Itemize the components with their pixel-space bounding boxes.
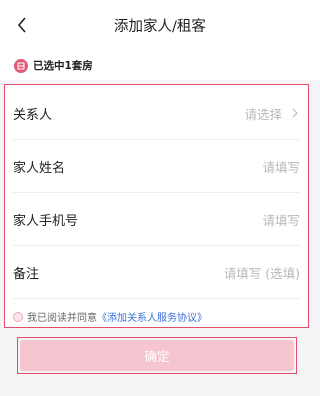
selected-house-bar: 已选中1套房	[0, 52, 320, 80]
relation-select-row[interactable]: 关系人 请选择	[13, 87, 300, 140]
relation-label: 关系人	[13, 107, 53, 123]
confirm-area: 确定	[17, 337, 297, 374]
confirm-button[interactable]: 确定	[20, 340, 294, 371]
phone-label: 家人手机号	[13, 213, 79, 229]
chevron-right-icon	[290, 106, 300, 120]
agreement-link[interactable]: 《添加关系人服务协议》	[97, 309, 207, 324]
house-icon	[14, 59, 28, 73]
name-input[interactable]: 请填写	[262, 157, 300, 176]
name-label: 家人姓名	[13, 160, 66, 176]
agreement-line: 我已阅读并同意 《添加关系人服务协议》	[13, 309, 207, 324]
top-navbar: 添加家人/租客	[0, 0, 320, 52]
name-field-row[interactable]: 家人姓名 请填写	[13, 140, 300, 193]
remark-field-row[interactable]: 备注 请填写 (选填)	[13, 246, 300, 299]
page-title: 添加家人/租客	[114, 19, 206, 35]
remark-label: 备注	[13, 266, 40, 282]
agreement-prefix: 我已阅读并同意	[27, 313, 97, 324]
selected-count-text: 已选中1套房	[33, 60, 93, 72]
relation-placeholder: 请选择	[244, 106, 282, 122]
agreement-checkbox[interactable]	[13, 311, 23, 322]
remark-input[interactable]: 请填写 (选填)	[224, 263, 300, 282]
phone-field-row[interactable]: 家人手机号 请填写	[13, 193, 300, 246]
phone-input[interactable]: 请填写	[262, 210, 300, 229]
family-form: 关系人 请选择 家人姓名 请填写 家人手机号 请填写 备注 请填写 (选填) 我…	[4, 84, 309, 328]
